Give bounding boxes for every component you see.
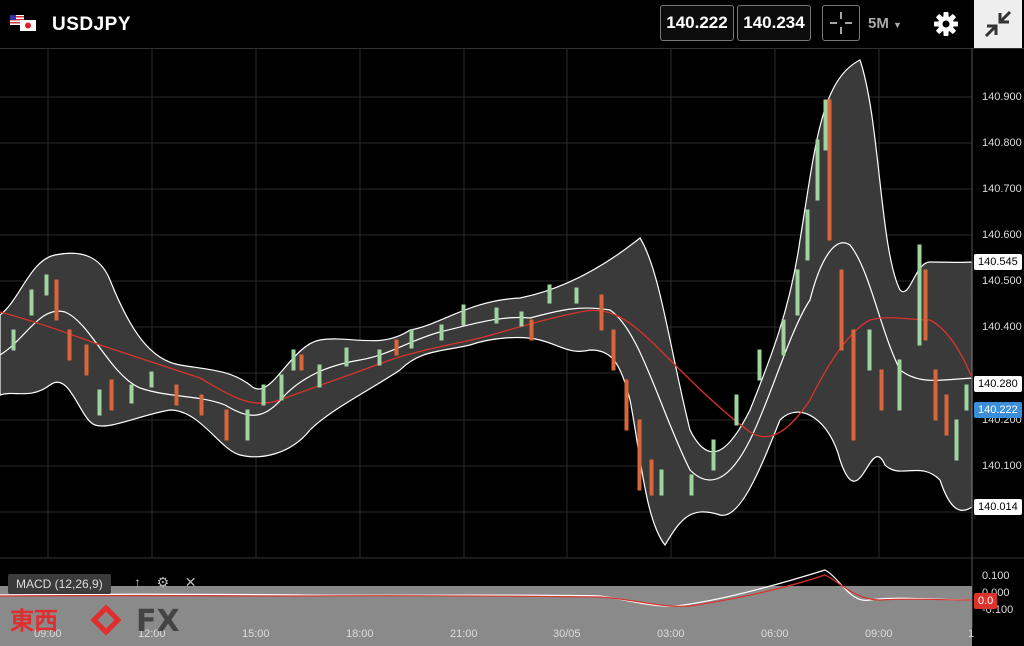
macd-y-tick: 0.100 bbox=[982, 570, 1010, 582]
brand-logo: 東西 FX bbox=[10, 604, 180, 639]
moving-average-price-tag: 140.280 bbox=[974, 376, 1022, 392]
crosshair-icon bbox=[830, 12, 852, 34]
y-tick: 140.900 bbox=[982, 91, 1022, 103]
upper-band-price-tag: 140.545 bbox=[974, 254, 1022, 270]
crosshair-button[interactable] bbox=[822, 5, 860, 41]
y-tick: 140.800 bbox=[982, 137, 1022, 149]
y-tick: 140.100 bbox=[982, 460, 1022, 472]
symbol-title[interactable]: USDJPY bbox=[52, 14, 131, 36]
chevron-down-icon: ▼ bbox=[893, 20, 902, 30]
close-icon[interactable]: ✕ bbox=[185, 574, 197, 590]
x-tick: 30/05 bbox=[553, 628, 581, 640]
last-price-tag: 140.222 bbox=[974, 402, 1022, 418]
toolbar: USDJPY 140.222 140.234 5M ▼ bbox=[0, 0, 1024, 49]
brand-kanji: 東西 bbox=[10, 607, 58, 635]
x-tick: 1 bbox=[968, 628, 975, 640]
x-tick: 18:00 bbox=[346, 628, 374, 640]
collapse-button[interactable] bbox=[974, 0, 1022, 48]
timeframe-selector[interactable]: 5M ▼ bbox=[868, 15, 902, 32]
lower-band-price-tag: 140.014 bbox=[974, 499, 1022, 515]
y-tick: 140.600 bbox=[982, 229, 1022, 241]
macd-indicator-label[interactable]: MACD (12,26,9) bbox=[8, 574, 111, 594]
gear-icon bbox=[934, 12, 958, 36]
x-tick: 06:00 bbox=[761, 628, 789, 640]
bid-price-button[interactable]: 140.222 bbox=[660, 5, 734, 41]
x-tick: 09:00 bbox=[865, 628, 893, 640]
brand-fx: FX bbox=[136, 604, 180, 639]
brand-diamond-icon bbox=[90, 604, 122, 636]
x-tick: 15:00 bbox=[242, 628, 270, 640]
macd-value-tag: 0.0 bbox=[974, 593, 998, 609]
y-tick: 140.700 bbox=[982, 183, 1022, 195]
macd-controls: ↑ ⚙ ✕ bbox=[134, 574, 196, 594]
us-jp-flag-icon bbox=[10, 15, 36, 31]
price-chart[interactable] bbox=[0, 48, 1024, 646]
settings-button[interactable] bbox=[926, 5, 966, 39]
arrow-up-icon[interactable]: ↑ bbox=[134, 574, 141, 590]
timeframe-label: 5M bbox=[868, 15, 889, 32]
gear-icon[interactable]: ⚙ bbox=[157, 574, 170, 590]
ask-price-button[interactable]: 140.234 bbox=[737, 5, 811, 41]
collapse-icon bbox=[984, 10, 1012, 38]
x-tick: 03:00 bbox=[657, 628, 685, 640]
x-tick: 21:00 bbox=[450, 628, 478, 640]
y-tick: 140.500 bbox=[982, 275, 1022, 287]
y-tick: 140.400 bbox=[982, 321, 1022, 333]
